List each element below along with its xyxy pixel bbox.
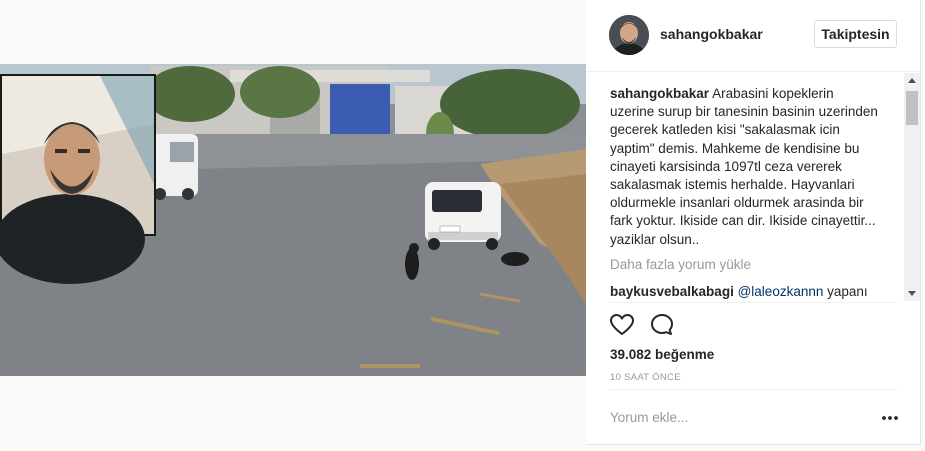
comment-username[interactable]: baykusvebalkabagi bbox=[610, 284, 734, 299]
caption-username[interactable]: sahangokbakar bbox=[610, 86, 709, 101]
load-more-comments-link[interactable]: Daha fazla yorum yükle bbox=[610, 257, 751, 272]
post-username[interactable]: sahangokbakar bbox=[660, 26, 763, 42]
post-actions: 39.082 beğenme 10 SAAT ÖNCE Yorum ekle..… bbox=[586, 302, 921, 444]
post-header: sahangokbakar Takiptesin bbox=[586, 0, 921, 72]
divider bbox=[610, 389, 897, 390]
post-detail-panel: sahangokbakar Takiptesin sahangokbakar A… bbox=[586, 0, 921, 445]
comments-scrollbar[interactable] bbox=[904, 73, 920, 301]
post-caption: sahangokbakar Arabasini kopeklerin uzeri… bbox=[610, 85, 880, 249]
heart-icon[interactable] bbox=[608, 311, 636, 339]
comments-section: sahangokbakar Arabasini kopeklerin uzeri… bbox=[586, 73, 921, 301]
comment-mention[interactable]: @laleozkannn bbox=[738, 284, 824, 299]
divider bbox=[610, 302, 897, 303]
comment-bubble-icon[interactable] bbox=[648, 311, 676, 339]
post-timestamp[interactable]: 10 SAAT ÖNCE bbox=[610, 372, 681, 383]
post-photo-image bbox=[0, 64, 586, 376]
following-button[interactable]: Takiptesin bbox=[814, 20, 897, 48]
scrollbar-thumb[interactable] bbox=[906, 91, 918, 125]
scroll-up-arrow-icon[interactable] bbox=[904, 73, 920, 89]
like-count[interactable]: 39.082 beğenme bbox=[610, 347, 714, 362]
more-options-icon[interactable] bbox=[880, 408, 900, 428]
comment-item: baykusvebalkabagi @laleozkannn yapanı bbox=[610, 283, 880, 301]
add-comment-input[interactable]: Yorum ekle... bbox=[610, 410, 688, 425]
avatar-image bbox=[609, 15, 649, 55]
scroll-down-arrow-icon[interactable] bbox=[904, 285, 920, 301]
avatar[interactable] bbox=[609, 15, 649, 55]
comment-text: yapanı bbox=[827, 284, 868, 299]
post-photo[interactable] bbox=[0, 64, 586, 376]
media-area bbox=[0, 0, 586, 451]
caption-text: Arabasini kopeklerin uzerine surup bir t… bbox=[610, 86, 878, 247]
